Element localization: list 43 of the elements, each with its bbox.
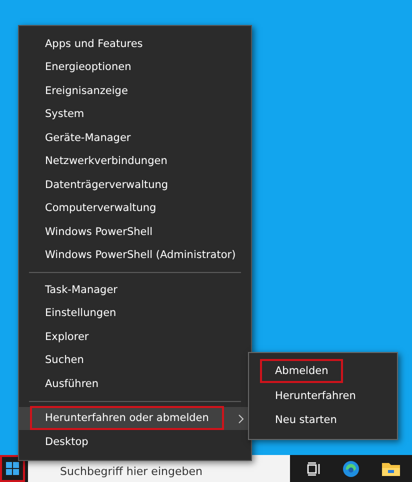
menu-item[interactable]: Explorer	[19, 325, 251, 348]
menu-item[interactable]: Herunterfahren oder abmelden	[19, 406, 251, 430]
menu-item-label: Apps und Features	[45, 36, 143, 52]
folder-icon[interactable]	[381, 460, 402, 476]
menu-item[interactable]: Netzwerkverbindungen	[19, 150, 251, 173]
menu-item[interactable]: Datenträgerverwaltung	[19, 173, 251, 196]
menu-item[interactable]: Windows PowerShell	[19, 220, 251, 244]
menu-item[interactable]: Geräte-Manager	[19, 126, 251, 150]
submenu-item[interactable]: Neu starten	[275, 411, 337, 430]
menu-item[interactable]: Suchen	[19, 348, 251, 372]
submenu-item[interactable]: Herunterfahren	[275, 386, 356, 405]
menu-item-label: Task-Manager	[45, 282, 118, 298]
menu-item-label: Desktop	[45, 434, 88, 450]
chevron-right-icon	[238, 414, 244, 424]
menu-item-label: Geräte-Manager	[45, 130, 131, 146]
menu-item-label: Netzwerkverbindungen	[45, 154, 168, 170]
browser-icon[interactable]	[342, 460, 360, 478]
menu-item-label: Suchen	[45, 353, 84, 368]
submenu-item[interactable]: Abmelden	[263, 362, 340, 380]
menu-item[interactable]: Task-Manager	[19, 278, 251, 302]
windows-logo-icon	[6, 462, 19, 475]
menu-item[interactable]: Einstellungen	[19, 302, 251, 325]
menu-item[interactable]: Apps und Features	[19, 32, 251, 56]
menu-item-label: Datenträgerverwaltung	[45, 178, 168, 193]
task-view-icon[interactable]	[306, 462, 321, 476]
menu-item[interactable]: System	[19, 102, 251, 126]
menu-item-label: Explorer	[45, 330, 89, 345]
menu-item-label: Energieoptionen	[45, 60, 132, 76]
menu-item[interactable]: Energieoptionen	[19, 56, 251, 79]
start-button[interactable]	[0, 455, 25, 482]
menu-item[interactable]: Desktop	[19, 430, 251, 454]
menu-item-label: Windows PowerShell (Administrator)	[45, 248, 236, 264]
menu-item-label: Ereignisanzeige	[45, 84, 128, 99]
menu-item-label: Windows PowerShell	[45, 224, 153, 240]
menu-item-label: Ausführen	[45, 376, 99, 392]
menu-item[interactable]: Ereignisanzeige	[19, 79, 251, 102]
menu-item-label: Computerverwaltung	[45, 201, 156, 216]
menu-item-label: System	[45, 107, 84, 122]
menu-item[interactable]: Computerverwaltung	[19, 196, 251, 220]
menu-item-label: Einstellungen	[45, 306, 116, 322]
highlighted-label: Herunterfahren oder abmelden	[33, 409, 221, 428]
menu-item[interactable]: Windows PowerShell (Administrator)	[19, 244, 251, 267]
menu-item[interactable]: Ausführen	[19, 372, 251, 396]
